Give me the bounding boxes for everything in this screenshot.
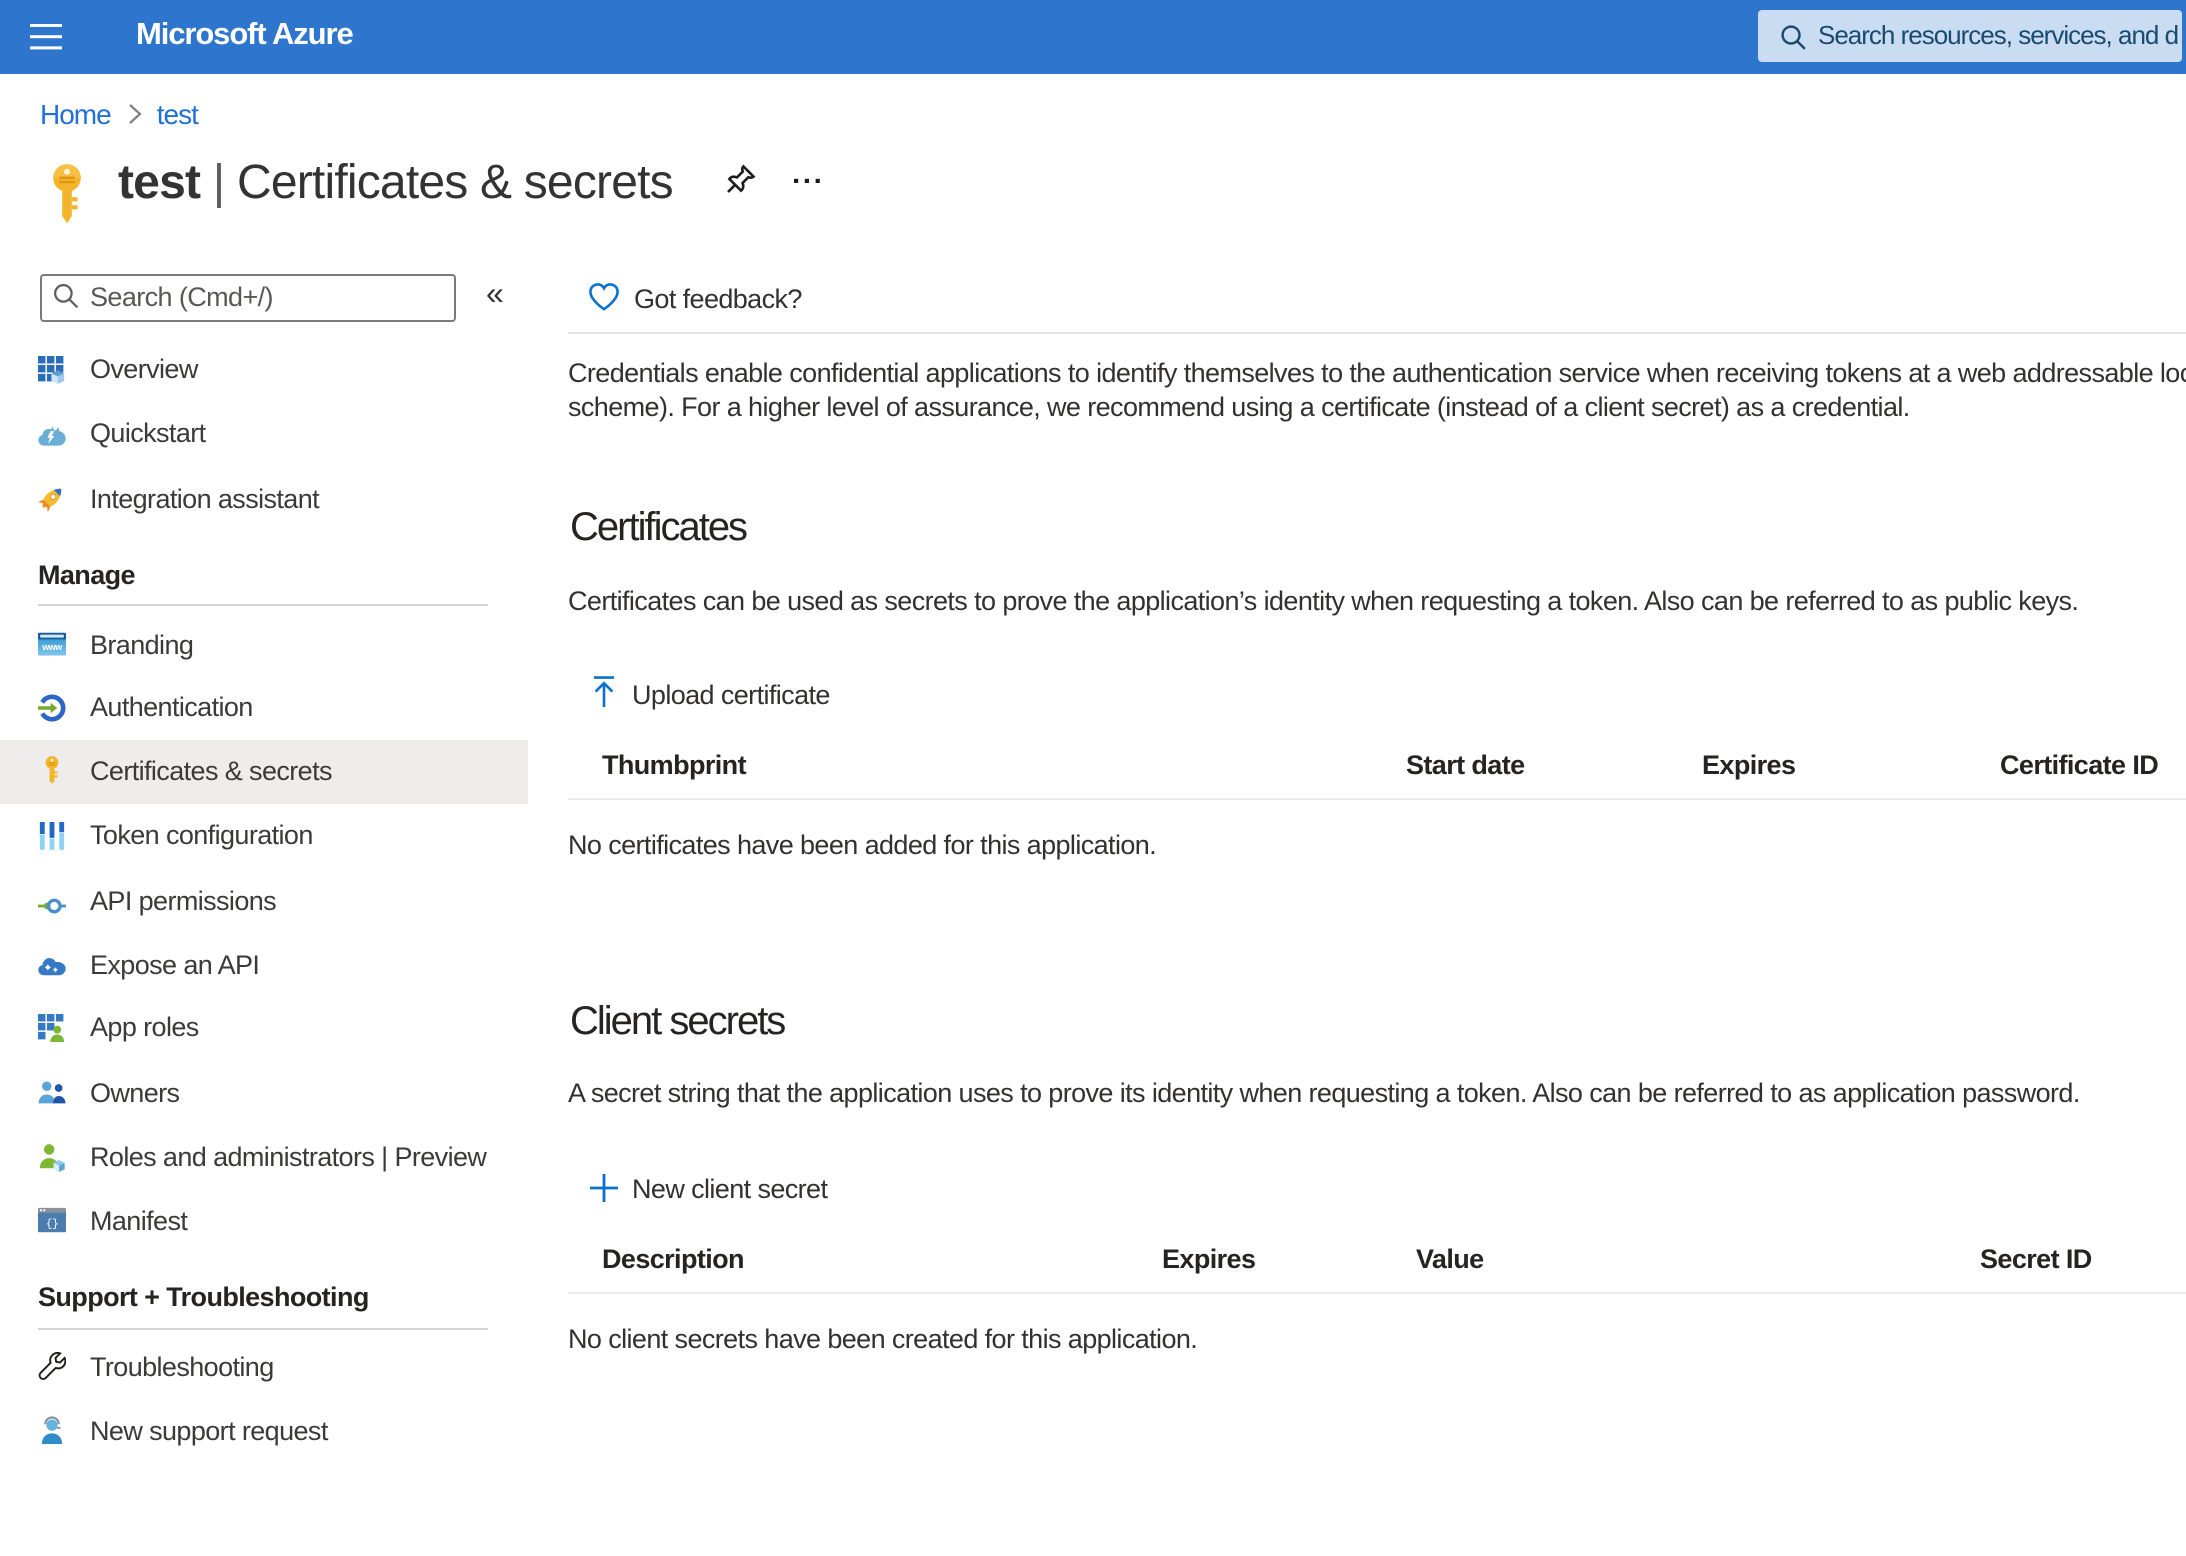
- svg-text:www: www: [41, 642, 62, 652]
- svg-text:{ }: { }: [46, 1219, 58, 1231]
